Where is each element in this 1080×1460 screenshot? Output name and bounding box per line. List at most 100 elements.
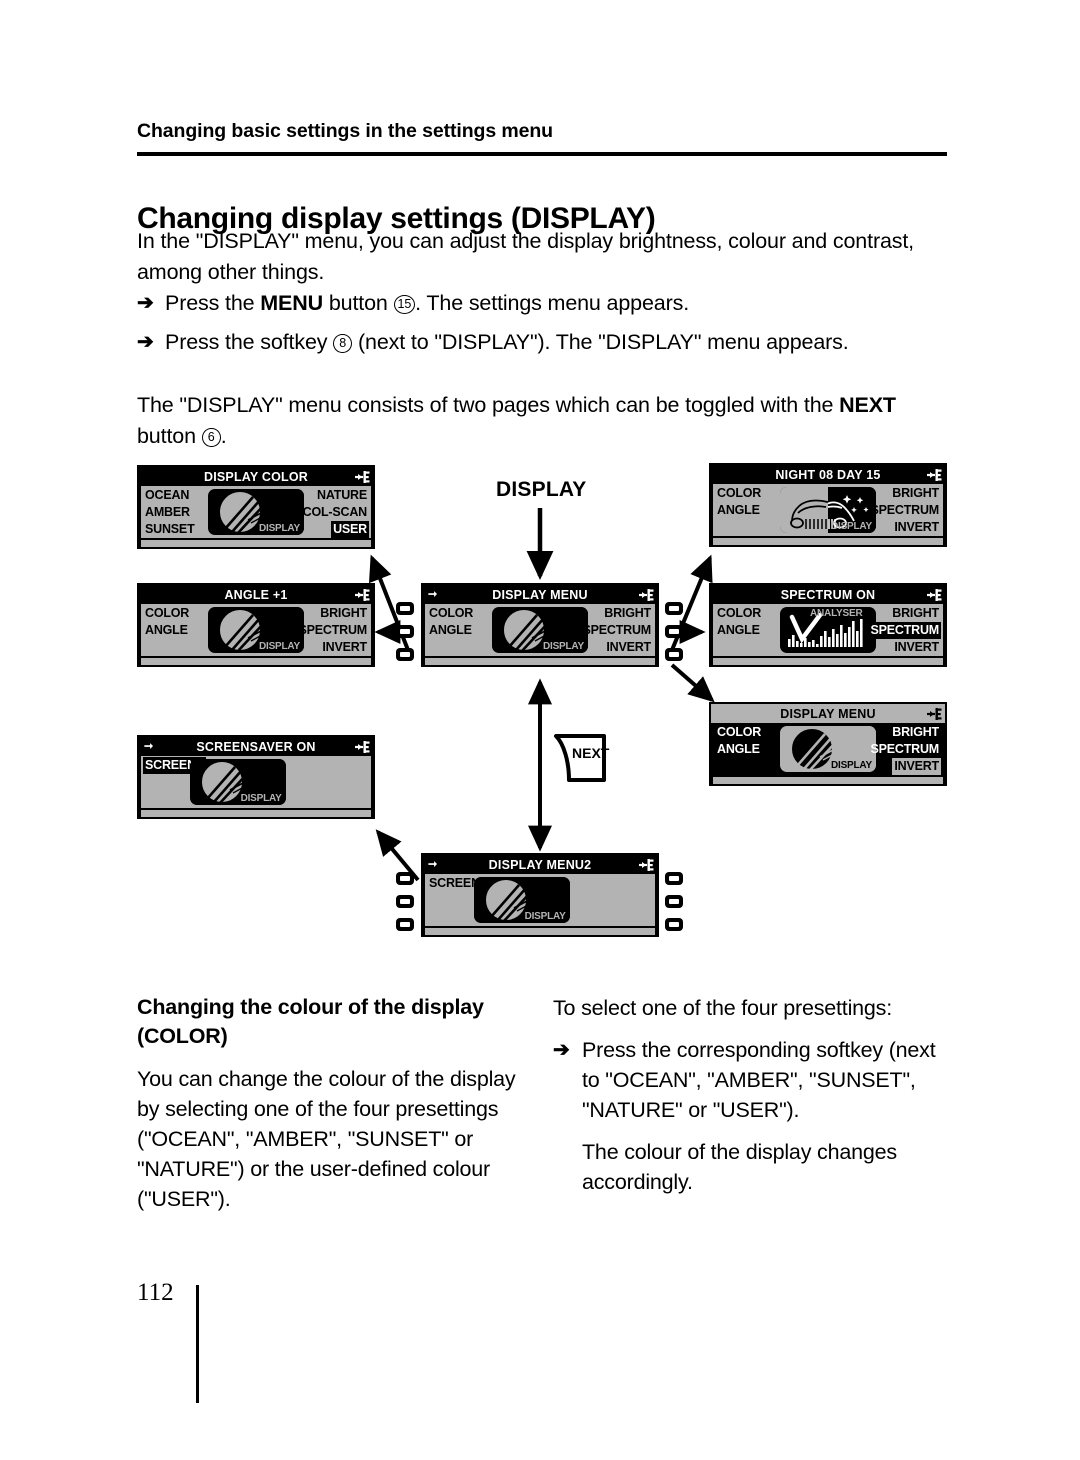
panel-invert[interactable]: DISPLAY MENU COLOR ANGLE DISPLAY BRIGHT … <box>709 702 947 786</box>
panel-label[interactable]: COLOR <box>143 605 191 622</box>
panel-label[interactable]: BRIGHT <box>890 485 941 502</box>
tile-caption: DISPLAY <box>524 911 566 922</box>
panel-label[interactable]: INVERT <box>604 639 653 656</box>
panel-right-labels: BRIGHT SPECTRUM INVERT <box>868 723 941 775</box>
step-text-mid: button <box>323 291 394 315</box>
panel-title-text: SPECTRUM ON <box>780 587 876 602</box>
panel-graphic-tile: DISPLAY <box>780 726 876 772</box>
step-text-post: (next to "DISPLAY"). The "DISPLAY" menu … <box>352 330 849 354</box>
panel-left-labels: COLOR ANGLE <box>427 604 475 656</box>
panel-screensaver[interactable]: ➞ SCREENSAVER ON SCREENS DISPLAY <box>137 735 375 819</box>
softkey-left-3[interactable] <box>396 648 414 661</box>
tile-caption: DISPLAY <box>830 760 872 771</box>
panel-body: OCEAN AMBER SUNSET DISPLAY NATURE COL-SC… <box>141 486 371 538</box>
panel-title-bar: SPECTRUM ON <box>711 585 945 604</box>
panel-graphic-tile: DISPLAY <box>492 607 588 653</box>
section-right-step-text: Press the corresponding softkey (next to… <box>582 1038 936 1122</box>
softkey-right-3[interactable] <box>665 648 683 661</box>
softkey-menu2-left-2[interactable] <box>396 895 414 908</box>
panel-graphic-tile: ANALYSER <box>780 607 876 653</box>
panel-label[interactable]: SUNSET <box>143 521 197 538</box>
page-number: 112 <box>137 1279 174 1306</box>
panel-label[interactable]: OCEAN <box>143 487 191 504</box>
panel-label[interactable]: BRIGHT <box>890 605 941 622</box>
ref-number-badge: 8 <box>333 333 353 353</box>
connector-plug-icon <box>355 588 370 601</box>
panel-label[interactable]: BRIGHT <box>602 605 653 622</box>
panel-label[interactable]: ANGLE <box>715 502 762 519</box>
panel-label[interactable]: INVERT <box>892 519 941 536</box>
panel-angle[interactable]: ANGLE +1 COLOR ANGLE DISPLAY BRIGHT SPEC… <box>137 583 375 667</box>
softkey-right-2[interactable] <box>665 625 683 638</box>
menu-navigation-diagram: DISPLAY NEXT DISPLAY COLOR OCEAN AMBER S… <box>0 450 1080 960</box>
panel-label[interactable]: INVERT <box>892 639 941 656</box>
panel-label[interactable]: COLOR <box>715 485 763 502</box>
panel-label[interactable]: SPECTRUM <box>296 622 369 639</box>
panel-label[interactable]: NATURE <box>315 487 369 504</box>
panel-body: COLOR ANGLE DISPLAY BRIGHT SPECTRUM INVE… <box>713 723 943 775</box>
connector-plug-icon <box>355 740 370 753</box>
panel-footer-bar <box>713 538 943 545</box>
panel-label[interactable]: COLOR <box>715 724 763 741</box>
softkey-menu2-right-2[interactable] <box>665 895 683 908</box>
step-press-menu: ➔ Press the MENU button 15. The settings … <box>137 288 949 319</box>
panel-graphic-tile: DISPLAY <box>780 487 876 533</box>
panel-title-text: DISPLAY COLOR <box>203 469 308 484</box>
panel-label[interactable]: ANGLE <box>715 622 762 639</box>
softkey-menu2-left-1[interactable] <box>396 872 414 885</box>
softkey-menu2-right-3[interactable] <box>665 918 683 931</box>
panel-label[interactable]: COLOR <box>427 605 475 622</box>
panel-right-labels: BRIGHT SPECTRUM INVERT <box>296 604 369 656</box>
panel-label[interactable]: COL-SCAN <box>301 504 369 521</box>
panel-title-bar: ➞ DISPLAY MENU2 <box>423 855 657 874</box>
panel-label[interactable]: ANGLE <box>143 622 190 639</box>
footer-rule <box>196 1285 199 1403</box>
panel-label[interactable]: ANGLE <box>427 622 474 639</box>
panel-title-bar: ➞ DISPLAY MENU <box>423 585 657 604</box>
panel-footer-bar <box>713 658 943 665</box>
panel-label[interactable]: AMBER <box>143 504 192 521</box>
panel-label[interactable]: BRIGHT <box>890 724 941 741</box>
panel-label[interactable]: SPECTRUM <box>868 741 941 758</box>
softkey-menu2-right-1[interactable] <box>665 872 683 885</box>
bullet-arrow-icon: ➔ <box>137 292 154 314</box>
panel-label[interactable]: COLOR <box>715 605 763 622</box>
panel-body: COLOR ANGLE DISPLAY BRIGHT SPECTRUM INVE… <box>425 604 655 656</box>
panel-graphic-tile: DISPLAY <box>208 607 304 653</box>
panel-label-selected[interactable]: INVERT <box>892 758 941 775</box>
softkey-menu2-left-3[interactable] <box>396 918 414 931</box>
panel-label[interactable]: SPECTRUM <box>868 502 941 519</box>
right-text-column: To select one of the four presettings: ➔… <box>553 993 953 1197</box>
softkey-left-2[interactable] <box>396 625 414 638</box>
panel-display-menu[interactable]: ➞ DISPLAY MENU COLOR ANGLE DISPLAY BRIGH… <box>421 583 659 667</box>
panel-body: COLOR ANGLE DISPLAY BRIGHT SPECTRUM INVE… <box>141 604 371 656</box>
panel-left-labels: COLOR ANGLE <box>715 484 763 536</box>
panel-right-labels: BRIGHT SPECTRUM INVERT <box>868 484 941 536</box>
panel-title-text: DISPLAY MENU <box>492 587 588 602</box>
panel-display-color[interactable]: DISPLAY COLOR OCEAN AMBER SUNSET DISPLAY… <box>137 465 375 549</box>
panel-label[interactable]: ANGLE <box>715 741 762 758</box>
connector-plug-icon <box>927 707 942 720</box>
softkey-right-1[interactable] <box>665 602 683 615</box>
panel-label-selected[interactable]: SPECTRUM <box>868 622 941 639</box>
panel-label[interactable]: SPECTRUM <box>580 622 653 639</box>
panel-label[interactable]: BRIGHT <box>318 605 369 622</box>
panel-title-bar: DISPLAY COLOR <box>139 467 373 486</box>
next-button-key[interactable]: NEXT <box>552 732 610 784</box>
panel-spectrum[interactable]: SPECTRUM ON COLOR ANGLE ANALYSER BRIGHT … <box>709 583 947 667</box>
panel-title-bar: ➞ SCREENSAVER ON <box>139 737 373 756</box>
panel-right-labels: BRIGHT SPECTRUM INVERT <box>868 604 941 656</box>
connector-plug-icon <box>355 470 370 483</box>
panel-back-arrow-icon: ➞ <box>428 588 438 600</box>
panel-label[interactable]: INVERT <box>320 639 369 656</box>
panel-title-bar: NIGHT 08 DAY 15 <box>711 465 945 484</box>
panel-label-selected[interactable]: USER <box>331 521 369 538</box>
panel-display-menu2[interactable]: ➞ DISPLAY MENU2 SCREENS DISPLAY <box>421 853 659 937</box>
softkey-left-1[interactable] <box>396 602 414 615</box>
ref-number-badge: 6 <box>201 427 221 447</box>
step-button-name: MENU <box>260 291 324 315</box>
panel-footer-bar <box>713 777 943 784</box>
panel-title-text: SCREENSAVER ON <box>196 739 316 754</box>
panel-night-day[interactable]: NIGHT 08 DAY 15 COLOR ANGLE DISPLAY BRIG… <box>709 463 947 547</box>
tile-caption: ANALYSER <box>810 608 863 619</box>
